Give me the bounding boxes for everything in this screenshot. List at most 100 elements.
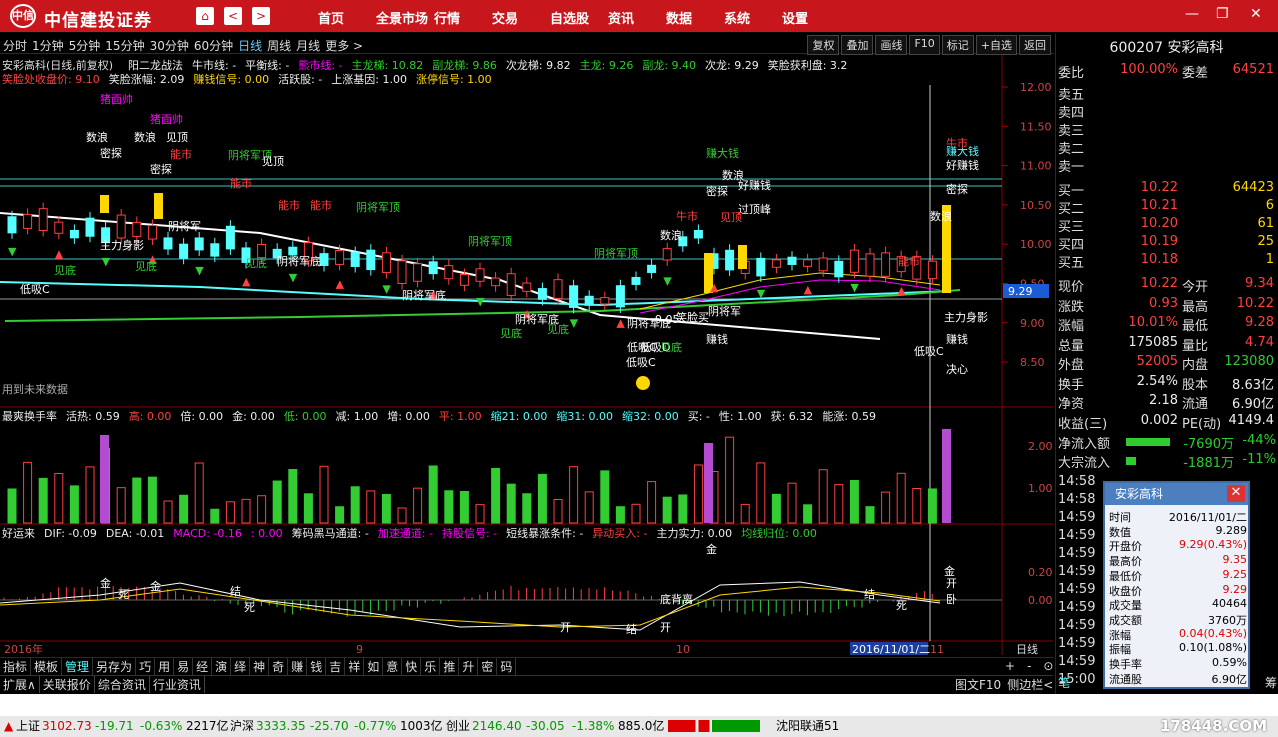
home-icon[interactable]: ⌂ [196, 7, 214, 25]
ext-tab-2[interactable]: 综合资讯 [95, 676, 150, 693]
chart-tool-6[interactable]: 返回 [1019, 35, 1051, 55]
volume-bar [459, 490, 469, 524]
formula-tab-1[interactable]: 模板 [31, 658, 63, 675]
chart-tools: 复权 叠加 画线 F10 标记 +自选 返回 [807, 35, 1051, 55]
formula-tab-16[interactable]: 如 [364, 658, 384, 675]
zoom-icon-2[interactable]: ⊙ [1043, 659, 1053, 673]
maximize-icon[interactable]: ❐ [1216, 6, 1229, 22]
server-name[interactable]: 沈阳联通51 [776, 716, 839, 737]
period-tab-1[interactable]: 1分钟 [32, 37, 64, 54]
formula-tab-3[interactable]: 另存为 [93, 658, 137, 675]
stat-label: 总量 [1058, 338, 1085, 354]
formula-tab-9[interactable]: 绎 [231, 658, 251, 675]
volume-bar [818, 469, 828, 524]
chart-signal-label: 过顶峰 [738, 203, 771, 216]
bottom-tool-1[interactable]: 侧边栏< [1007, 676, 1053, 693]
formula-tab-10[interactable]: 神 [250, 658, 270, 675]
formula-tab-21[interactable]: 升 [459, 658, 479, 675]
macd_ind-item-9: 异动买入: - [592, 527, 648, 540]
menu-item-1[interactable]: 全景市场 [376, 8, 434, 27]
formula-tab-4[interactable]: 巧 [136, 658, 156, 675]
menu-item-4[interactable]: 自选股 [550, 8, 608, 27]
formula-tab-0[interactable]: 指标 [0, 658, 32, 675]
ind1-item-9: 次龙: 9.29 [705, 59, 759, 72]
wecha-label: 委差 [1182, 66, 1209, 81]
formula-tab-8[interactable]: 演 [212, 658, 232, 675]
zoom-icon-0[interactable]: + [1005, 659, 1015, 673]
chart-tool-1[interactable]: 叠加 [841, 35, 874, 55]
period-tab-6[interactable]: 日线 [238, 37, 262, 54]
stat-value-2: 4.74 [1245, 334, 1274, 350]
chart-tool-4[interactable]: 标记 [941, 35, 974, 55]
formula-tab-14[interactable]: 吉 [326, 658, 346, 675]
formula-tab-7[interactable]: 经 [193, 658, 213, 675]
candle-body [397, 260, 407, 285]
menu-item-8[interactable]: 设置 [782, 8, 840, 27]
formula-tab-20[interactable]: 推 [440, 658, 460, 675]
formula-tab-5[interactable]: 用 [155, 658, 175, 675]
volume-bar [569, 466, 579, 524]
forward-button[interactable]: > [252, 7, 270, 25]
period-tab-4[interactable]: 30分钟 [150, 37, 189, 54]
menu-item-0[interactable]: 首页 [318, 8, 376, 27]
chart-tool-2[interactable]: 画线 [875, 35, 908, 55]
stock-code: 600207 [1109, 40, 1163, 56]
volume-bar [740, 503, 750, 524]
period-tab-3[interactable]: 15分钟 [105, 37, 144, 54]
ext-tab-0[interactable]: 扩展∧ [0, 676, 40, 693]
chart-signal-label: 赚钱 [946, 332, 968, 346]
kline-chart[interactable]: 12.0011.5011.0010.5010.009.509.008.509.2… [0, 55, 1053, 656]
menu-item-3[interactable]: 交易 [492, 8, 550, 27]
ext-tab-3[interactable]: 行业资讯 [150, 676, 205, 693]
period-tab-2[interactable]: 5分钟 [69, 37, 101, 54]
formula-tab-11[interactable]: 奇 [269, 658, 289, 675]
formula-tab-6[interactable]: 易 [174, 658, 194, 675]
menu-item-5[interactable]: 资讯 [608, 8, 666, 27]
formula-tab-13[interactable]: 钱 [307, 658, 327, 675]
chart-area[interactable]: 12.0011.5011.0010.5010.009.509.008.509.2… [0, 55, 1053, 656]
close-icon[interactable]: ✕ [1250, 6, 1262, 22]
minimize-icon[interactable]: — [1185, 6, 1199, 22]
ext-tab-1[interactable]: 关联报价 [40, 676, 95, 693]
formula-tab-19[interactable]: 乐 [421, 658, 441, 675]
volume-bar [631, 503, 641, 524]
chart-tool-5[interactable]: +自选 [975, 35, 1017, 55]
tooltip-value: 9.25 [1222, 567, 1248, 581]
formula-tab-2[interactable]: 管理 [62, 658, 94, 675]
tooltip-close-button[interactable]: ✕ [1227, 485, 1245, 502]
formula-tab-22[interactable]: 密 [478, 658, 498, 675]
menu-item-6[interactable]: 数据 [666, 8, 724, 27]
ind2-item-0: 笑脸处收盘价: 9.10 [2, 73, 100, 86]
signal-candle-0 [100, 195, 109, 213]
formula-tab-17[interactable]: 意 [383, 658, 403, 675]
chart-signal-label: 密探 [100, 146, 122, 160]
period-tab-5[interactable]: 60分钟 [194, 37, 233, 54]
tick-time: 14:59 [1058, 654, 1096, 669]
quote-tab-2[interactable]: 筹 [1265, 674, 1277, 691]
period-tab-7[interactable]: 周线 [267, 37, 291, 54]
zoom-icon-1[interactable]: - [1027, 659, 1031, 673]
tooltip-value: 9.35 [1222, 553, 1248, 567]
vol_ind-item-9: 缩21: 0.00 [490, 410, 548, 423]
menu-item-7[interactable]: 系统 [724, 8, 782, 27]
data-tooltip-window[interactable]: 安彩高科 ✕ 时间 2016/11/01/二 数值 9.289 开盘价 9.29(0.43… [1103, 481, 1250, 689]
formula-tab-18[interactable]: 快 [402, 658, 422, 675]
chart-tool-0[interactable]: 复权 [807, 35, 840, 55]
menu-item-2[interactable]: 行情 [434, 8, 492, 27]
candle-body [54, 221, 64, 234]
tooltip-header[interactable]: 安彩高科 ✕ [1105, 483, 1248, 505]
volume-bar [615, 506, 625, 524]
candle-body [475, 268, 485, 282]
quote-tab-0[interactable]: 笔 [1058, 674, 1070, 691]
back-button[interactable]: < [224, 7, 242, 25]
formula-tab-23[interactable]: 码 [497, 658, 517, 675]
chart-tool-3[interactable]: F10 [909, 35, 940, 55]
formula-tab-15[interactable]: 祥 [345, 658, 365, 675]
tooltip-key: 最低价 [1109, 569, 1142, 583]
period-tab-9[interactable]: 更多 > [325, 37, 363, 54]
period-tab-0[interactable]: 分时 [3, 37, 27, 54]
volume-bar [319, 465, 329, 524]
formula-tab-12[interactable]: 赚 [288, 658, 308, 675]
bottom-tool-0[interactable]: 图文F10 [955, 676, 1001, 693]
period-tab-8[interactable]: 月线 [296, 37, 320, 54]
